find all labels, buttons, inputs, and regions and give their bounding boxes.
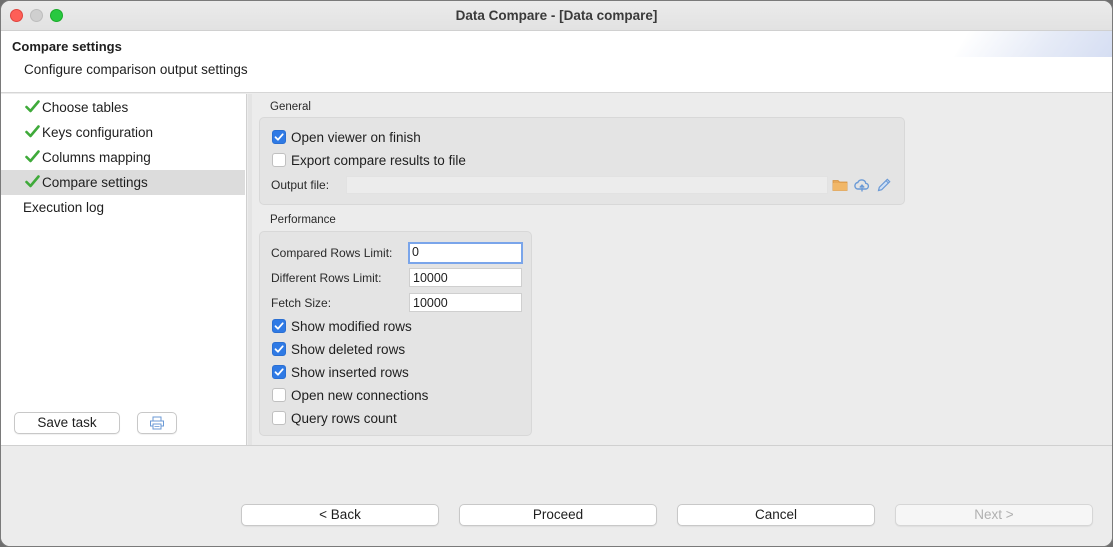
export-results-checkbox[interactable] bbox=[272, 153, 286, 167]
printer-icon bbox=[150, 416, 164, 430]
data-compare-window: Data Compare - [Data compare] Compare se… bbox=[0, 0, 1113, 547]
open-viewer-label: Open viewer on finish bbox=[291, 130, 421, 145]
sidebar-item-keys-configuration[interactable]: Keys configuration bbox=[1, 120, 245, 145]
cloud-upload-icon[interactable] bbox=[853, 176, 871, 194]
title-bar[interactable]: Data Compare - [Data compare] bbox=[1, 1, 1112, 31]
check-icon bbox=[25, 150, 40, 163]
pencil-icon[interactable] bbox=[875, 176, 893, 194]
export-results-label: Export compare results to file bbox=[291, 153, 466, 168]
page-title: Compare settings bbox=[12, 39, 122, 54]
cancel-button[interactable]: Cancel bbox=[677, 504, 875, 526]
wizard-header: Compare settings Configure comparison ou… bbox=[1, 31, 1112, 93]
page-description: Configure comparison output settings bbox=[24, 62, 248, 77]
next-button[interactable]: Next > bbox=[895, 504, 1093, 526]
performance-section: Compared Rows Limit: 0 Different Rows Li… bbox=[259, 231, 532, 436]
check-icon bbox=[25, 175, 40, 188]
query-rows-count-checkbox[interactable] bbox=[272, 411, 286, 425]
show-inserted-rows-label: Show inserted rows bbox=[291, 365, 409, 380]
output-file-input[interactable] bbox=[346, 176, 828, 194]
sidebar-item-label: Keys configuration bbox=[42, 125, 154, 140]
wizard-steps-sidebar: Choose tables Keys configuration Columns… bbox=[1, 94, 247, 445]
sidebar-item-execution-log[interactable]: Execution log bbox=[1, 195, 245, 220]
sidebar-item-compare-settings[interactable]: Compare settings bbox=[1, 170, 245, 195]
general-section: Open viewer on finish Export compare res… bbox=[259, 117, 905, 205]
print-task-button[interactable] bbox=[137, 412, 177, 434]
sidebar-item-choose-tables[interactable]: Choose tables bbox=[1, 95, 245, 120]
checkmark-icon bbox=[274, 133, 284, 141]
save-task-button[interactable]: Save task bbox=[14, 412, 120, 434]
check-icon bbox=[25, 100, 40, 113]
show-deleted-rows-label: Show deleted rows bbox=[291, 342, 406, 357]
checkmark-icon bbox=[274, 345, 284, 353]
open-viewer-checkbox[interactable] bbox=[272, 130, 286, 144]
output-file-label: Output file: bbox=[271, 178, 330, 192]
performance-section-label: Performance bbox=[270, 214, 336, 226]
general-section-label: General bbox=[270, 101, 311, 113]
sidebar-item-columns-mapping[interactable]: Columns mapping bbox=[1, 145, 245, 170]
header-decoration bbox=[953, 31, 1112, 57]
show-modified-rows-label: Show modified rows bbox=[291, 319, 412, 334]
show-modified-rows-checkbox[interactable] bbox=[272, 319, 286, 333]
proceed-button[interactable]: Proceed bbox=[459, 504, 657, 526]
sidebar-item-label: Columns mapping bbox=[42, 150, 151, 165]
fetch-size-label: Fetch Size: bbox=[271, 296, 332, 310]
checkmark-icon bbox=[274, 322, 284, 330]
open-new-connections-label: Open new connections bbox=[291, 388, 429, 403]
sidebar-item-label: Execution log bbox=[23, 200, 105, 215]
window-title: Data Compare - [Data compare] bbox=[455, 8, 658, 23]
wizard-footer: < Back Proceed Cancel Next > bbox=[1, 446, 1112, 546]
different-rows-limit-input[interactable]: 10000 bbox=[409, 268, 522, 287]
back-button[interactable]: < Back bbox=[241, 504, 439, 526]
compared-rows-limit-input[interactable]: 0 bbox=[408, 242, 523, 264]
panel-splitter[interactable] bbox=[248, 94, 252, 445]
checkmark-icon bbox=[274, 368, 284, 376]
show-deleted-rows-checkbox[interactable] bbox=[272, 342, 286, 356]
sidebar-item-label: Choose tables bbox=[42, 100, 129, 115]
compared-rows-limit-label: Compared Rows Limit: bbox=[271, 246, 393, 260]
fetch-size-input[interactable]: 10000 bbox=[409, 293, 522, 312]
open-new-connections-checkbox[interactable] bbox=[272, 388, 286, 402]
show-inserted-rows-checkbox[interactable] bbox=[272, 365, 286, 379]
check-icon bbox=[25, 125, 40, 138]
different-rows-limit-label: Different Rows Limit: bbox=[271, 271, 382, 285]
folder-icon[interactable] bbox=[831, 176, 849, 194]
sidebar-item-label: Compare settings bbox=[42, 175, 148, 190]
query-rows-count-label: Query rows count bbox=[291, 411, 397, 426]
